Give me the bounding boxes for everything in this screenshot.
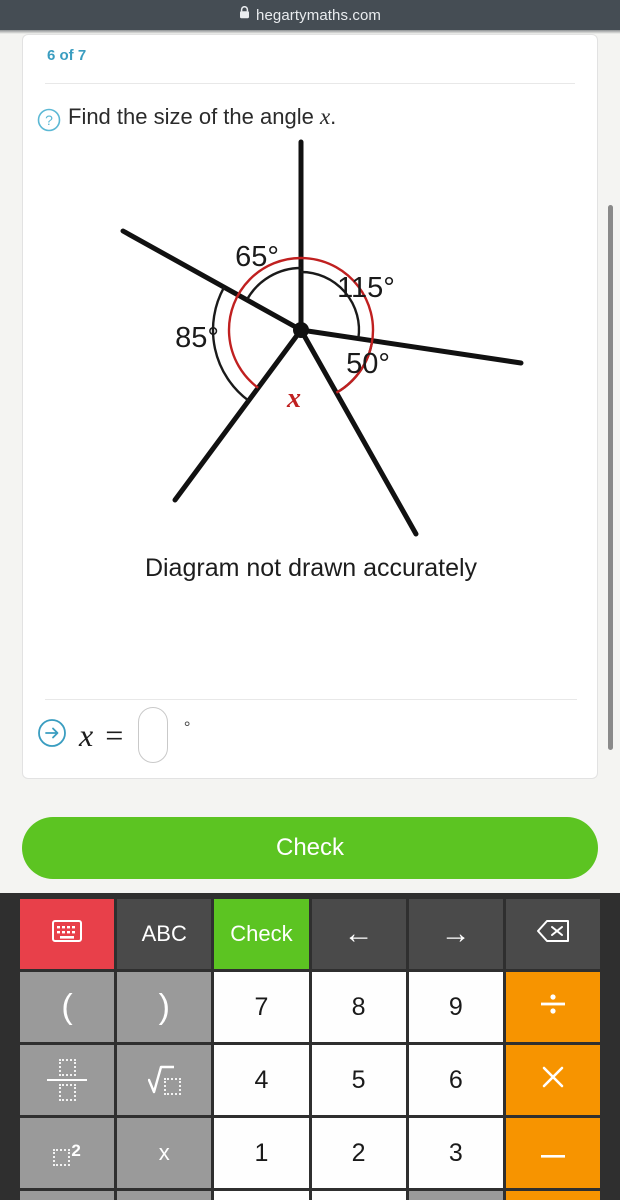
browser-url-text: hegartymaths.com <box>256 6 381 24</box>
key-variable-x[interactable]: x <box>117 1118 212 1188</box>
check-button[interactable]: Check <box>22 817 598 879</box>
question-mark-circle-icon[interactable]: ? <box>37 108 61 137</box>
lock-icon <box>239 6 250 24</box>
key-arrow-right[interactable]: → <box>408 899 503 969</box>
geometry-diagram-svg: 65° 115° 85° 50° x <box>120 139 524 537</box>
divide-icon <box>538 991 568 1023</box>
key-7[interactable]: 7 <box>214 972 309 1042</box>
key-extra-5[interactable] <box>408 1191 503 1200</box>
key-7-label: 7 <box>254 992 269 1021</box>
angle-label-a85: 85° <box>175 322 219 354</box>
key-extra-6[interactable] <box>505 1191 601 1200</box>
key-3[interactable]: 3 <box>408 1118 503 1188</box>
answer-input[interactable] <box>137 707 168 763</box>
math-keyboard: ABC Check ← → () 7 8 9 4 5 6 2 x 1 2 3 <box>0 893 620 1200</box>
square-root-icon <box>147 1064 181 1096</box>
arrow-right-icon: → <box>440 917 471 950</box>
key-minus[interactable] <box>505 1118 601 1188</box>
key-2[interactable]: 2 <box>311 1118 406 1188</box>
key-1[interactable]: 1 <box>214 1118 309 1188</box>
key-6-label: 6 <box>448 1065 463 1094</box>
key-4-label: 4 <box>254 1065 269 1094</box>
key-check-label: Check <box>230 921 293 946</box>
svg-text:?: ? <box>45 112 53 128</box>
multiply-icon <box>540 1064 566 1096</box>
key-8[interactable]: 8 <box>311 972 406 1042</box>
key-5-label: 5 <box>351 1065 366 1094</box>
key-4[interactable]: 4 <box>214 1045 309 1115</box>
arrow-right-circle-icon[interactable] <box>37 718 67 753</box>
question-row: ? Find the size of the angle x. <box>23 84 597 137</box>
key-abc-label: ABC <box>141 921 187 946</box>
key-1-label: 1 <box>254 1138 269 1167</box>
keyboard-row-5 <box>20 1191 601 1200</box>
key-close-paren[interactable]: ) <box>117 972 212 1042</box>
diagram-angle-labels: 65° 115° 85° 50° x <box>175 241 395 414</box>
degree-unit: ° <box>183 718 191 737</box>
key-6[interactable]: 6 <box>408 1045 503 1115</box>
key-variable-x-label: x <box>158 1140 170 1165</box>
arrow-left-icon: ← <box>343 917 374 950</box>
question-text-before: Find the size of the angle <box>68 104 320 129</box>
power-two-icon: 2 <box>53 1141 81 1166</box>
card-header: 6 of 7 <box>23 35 597 77</box>
keyboard-row-1: ABC Check ← → <box>20 899 601 969</box>
key-divide[interactable] <box>505 972 601 1042</box>
keyboard-icon <box>52 920 83 948</box>
key-keyboard[interactable] <box>20 899 115 969</box>
angle-label-a115: 115° <box>337 272 395 304</box>
question-variable: x <box>319 104 331 129</box>
question-text: Find the size of the angle x. <box>68 104 336 130</box>
diagram-vertex-point <box>293 322 309 338</box>
key-check[interactable]: Check <box>214 899 309 969</box>
minus-icon <box>540 1140 566 1166</box>
key-squared[interactable]: 2 <box>20 1118 115 1188</box>
right-ray <box>298 327 524 366</box>
key-arrow-left[interactable]: ← <box>311 899 406 969</box>
key-9-label: 9 <box>448 992 463 1021</box>
answer-expression: x = <box>79 716 126 753</box>
geometry-diagram: 65° 115° 85° 50° x Diagram not drawn accurat… <box>23 137 599 582</box>
angle-label-a65: 65° <box>235 241 279 273</box>
question-text-after: . <box>330 104 337 129</box>
keyboard-row-3: 4 5 6 <box>20 1045 601 1115</box>
angle-label-ax: x <box>286 383 301 414</box>
key-2-label: 2 <box>351 1138 366 1167</box>
key-open-paren-label: ( <box>61 987 73 1026</box>
keyboard-row-4: 2 x 1 2 3 <box>20 1118 601 1188</box>
key-backspace[interactable] <box>505 899 601 969</box>
app-root: hegartymaths.com 6 of 7 ? Find the size … <box>0 0 620 1200</box>
key-9[interactable]: 9 <box>408 972 503 1042</box>
key-8-label: 8 <box>351 992 366 1021</box>
question-card: 6 of 7 ? Find the size of the angle x. 6… <box>22 34 598 779</box>
fraction-icon <box>47 1059 88 1101</box>
key-extra-4[interactable] <box>311 1191 406 1200</box>
scrollbar-thumb[interactable] <box>608 205 613 750</box>
lower-left-ray <box>172 327 304 503</box>
key-extra-1[interactable] <box>20 1191 115 1200</box>
key-fraction[interactable] <box>20 1045 115 1115</box>
answer-row: x = ° <box>23 700 599 770</box>
keyboard-row-2: () 7 8 9 <box>20 972 601 1042</box>
key-abc[interactable]: ABC <box>117 899 212 969</box>
key-5[interactable]: 5 <box>311 1045 406 1115</box>
progress-label: 6 of 7 <box>47 47 87 64</box>
key-multiply[interactable] <box>505 1045 601 1115</box>
key-3-label: 3 <box>448 1138 463 1167</box>
browser-address-bar[interactable]: hegartymaths.com <box>0 0 620 30</box>
key-extra-2[interactable] <box>117 1191 212 1200</box>
key-square-root[interactable] <box>117 1045 212 1115</box>
angle-label-a50: 50° <box>346 348 390 380</box>
backspace-icon <box>536 919 570 949</box>
key-open-paren[interactable]: ( <box>20 972 115 1042</box>
key-extra-3[interactable] <box>214 1191 309 1200</box>
key-close-paren-label: ) <box>158 987 170 1026</box>
